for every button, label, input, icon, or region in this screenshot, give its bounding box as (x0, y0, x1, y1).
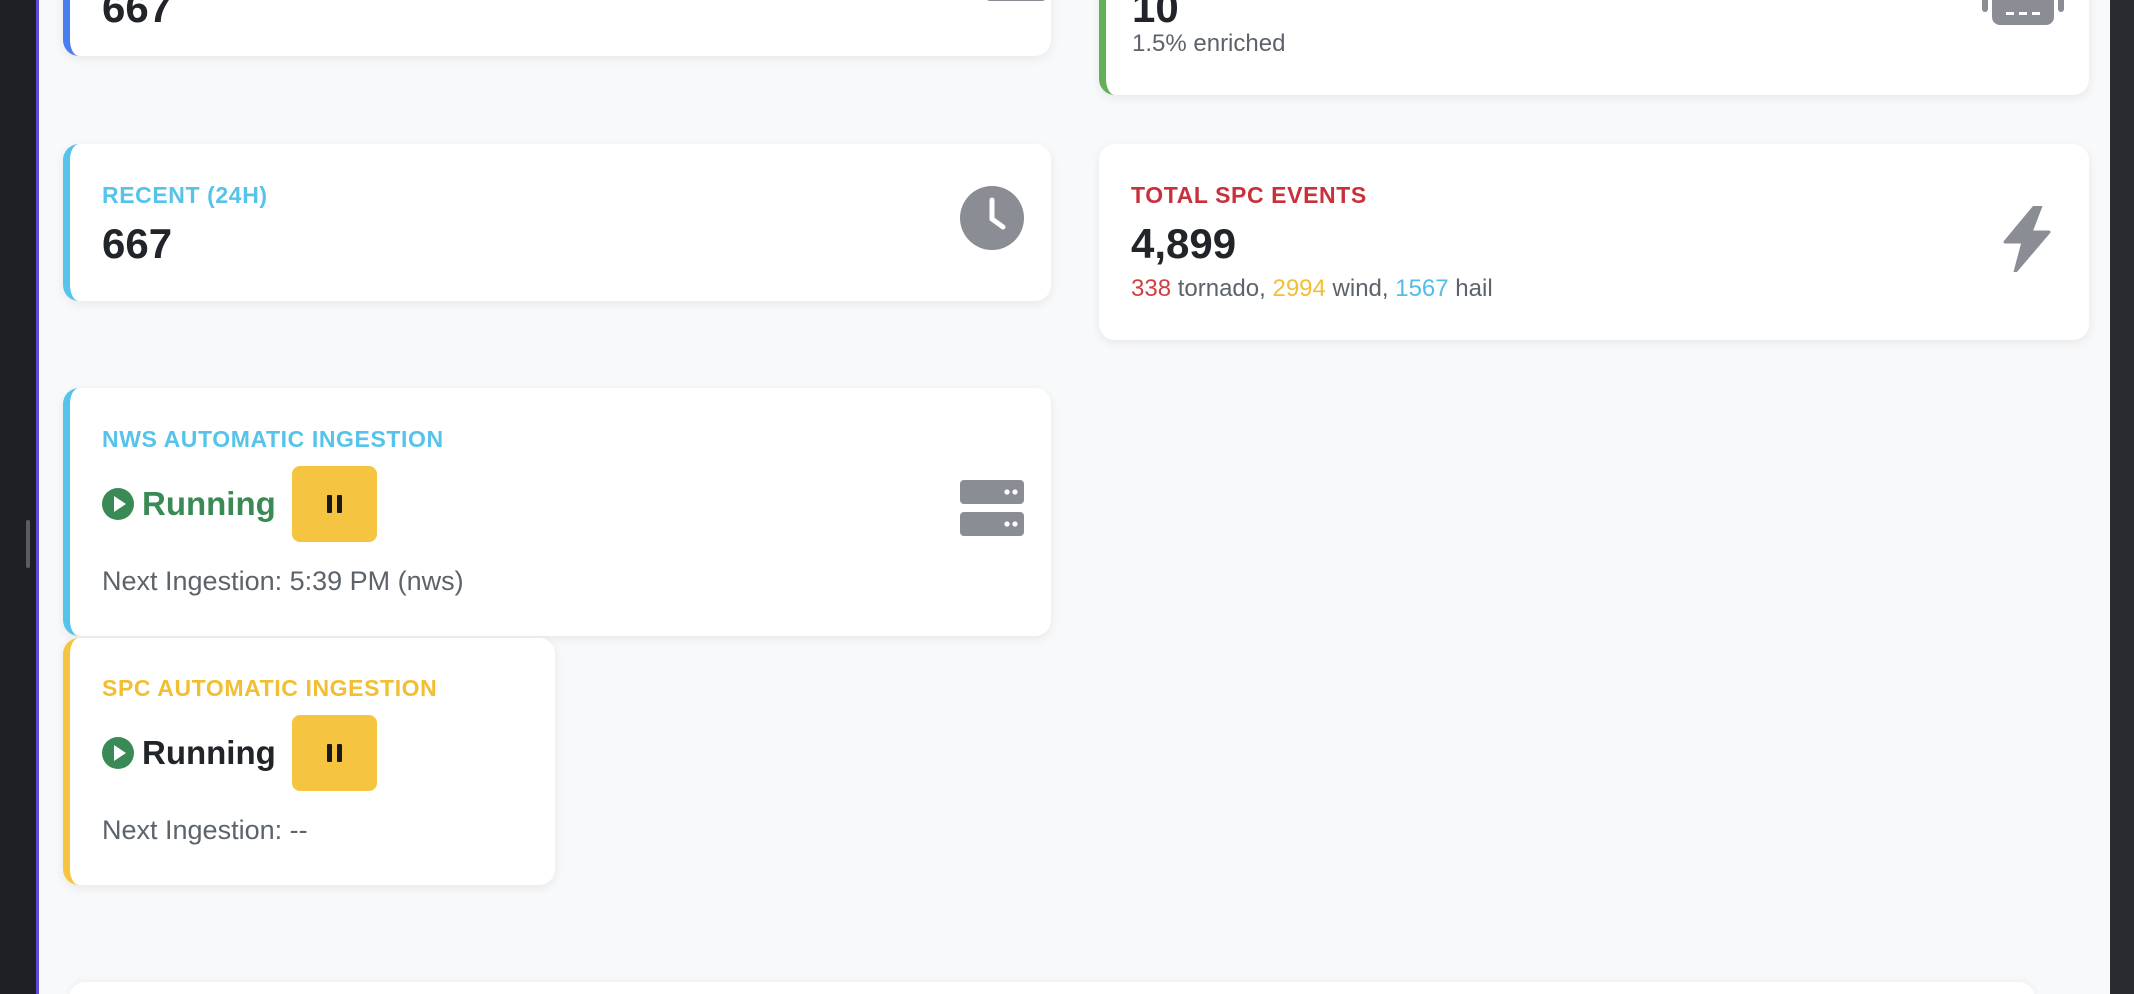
wind-count: 2994 (1272, 275, 1326, 302)
clock-icon (960, 186, 1024, 250)
nws-status-row: Running (102, 466, 377, 542)
robot-icon (1982, 0, 2064, 25)
play-icon (102, 488, 134, 520)
recent-24h-value: 667 (102, 220, 173, 267)
window-frame-left (0, 0, 30, 994)
window-frame-right (2110, 0, 2134, 994)
bolt-icon (2003, 206, 2051, 272)
recent-24h-label: RECENT (24H) (102, 182, 268, 208)
dashboard-viewport: 667 10 1.5% enriched RECENT (24H) 667 TO… (36, 0, 2113, 994)
spc-ingestion-label: SPC AUTOMATIC INGESTION (102, 675, 438, 701)
nws-status-text: Running (142, 485, 276, 522)
total-events-card: 667 (63, 0, 1051, 56)
total-spc-events-value: 4,899 (1131, 220, 1237, 267)
server-icon (960, 480, 1024, 536)
tornado-label: tornado, (1177, 275, 1266, 302)
play-icon (102, 737, 134, 769)
tornado-count: 338 (1131, 275, 1172, 302)
spc-ingestion-card: SPC AUTOMATIC INGESTION Running Next Ing… (63, 638, 555, 885)
hail-count: 1567 (1395, 275, 1449, 302)
total-spc-events-label: TOTAL SPC EVENTS (1131, 182, 1367, 208)
enriched-value: 10 (1132, 0, 1179, 31)
wind-label: wind, (1332, 275, 1389, 302)
spc-breakdown: 338 tornado, 2994 wind, 1567 hail (1131, 275, 1493, 303)
nws-ingestion-label: NWS AUTOMATIC INGESTION (102, 426, 444, 452)
pause-icon (326, 495, 342, 513)
nws-ingestion-card: NWS AUTOMATIC INGESTION Running Next Ing… (63, 388, 1051, 636)
nws-next-ingestion: Next Ingestion: 5:39 PM (nws) (102, 566, 464, 596)
spc-status-text: Running (142, 734, 276, 771)
recent-24h-card: RECENT (24H) 667 (63, 144, 1051, 301)
total-spc-events-card: TOTAL SPC EVENTS 4,899 338 tornado, 2994… (1099, 144, 2089, 340)
enriched-card: 10 1.5% enriched (1099, 0, 2089, 95)
enriched-subtitle: 1.5% enriched (1132, 30, 1286, 57)
spc-pause-button[interactable] (291, 715, 377, 791)
total-events-value: 667 (102, 0, 173, 31)
spc-status-row: Running (102, 715, 377, 791)
spc-next-ingestion: Next Ingestion: -- (102, 815, 308, 845)
next-section-card (69, 982, 2035, 994)
nws-pause-button[interactable] (291, 466, 377, 542)
pause-icon (326, 744, 342, 762)
hail-label: hail (1455, 275, 1493, 302)
resize-handle[interactable] (26, 520, 30, 568)
database-icon (987, 0, 1045, 1)
